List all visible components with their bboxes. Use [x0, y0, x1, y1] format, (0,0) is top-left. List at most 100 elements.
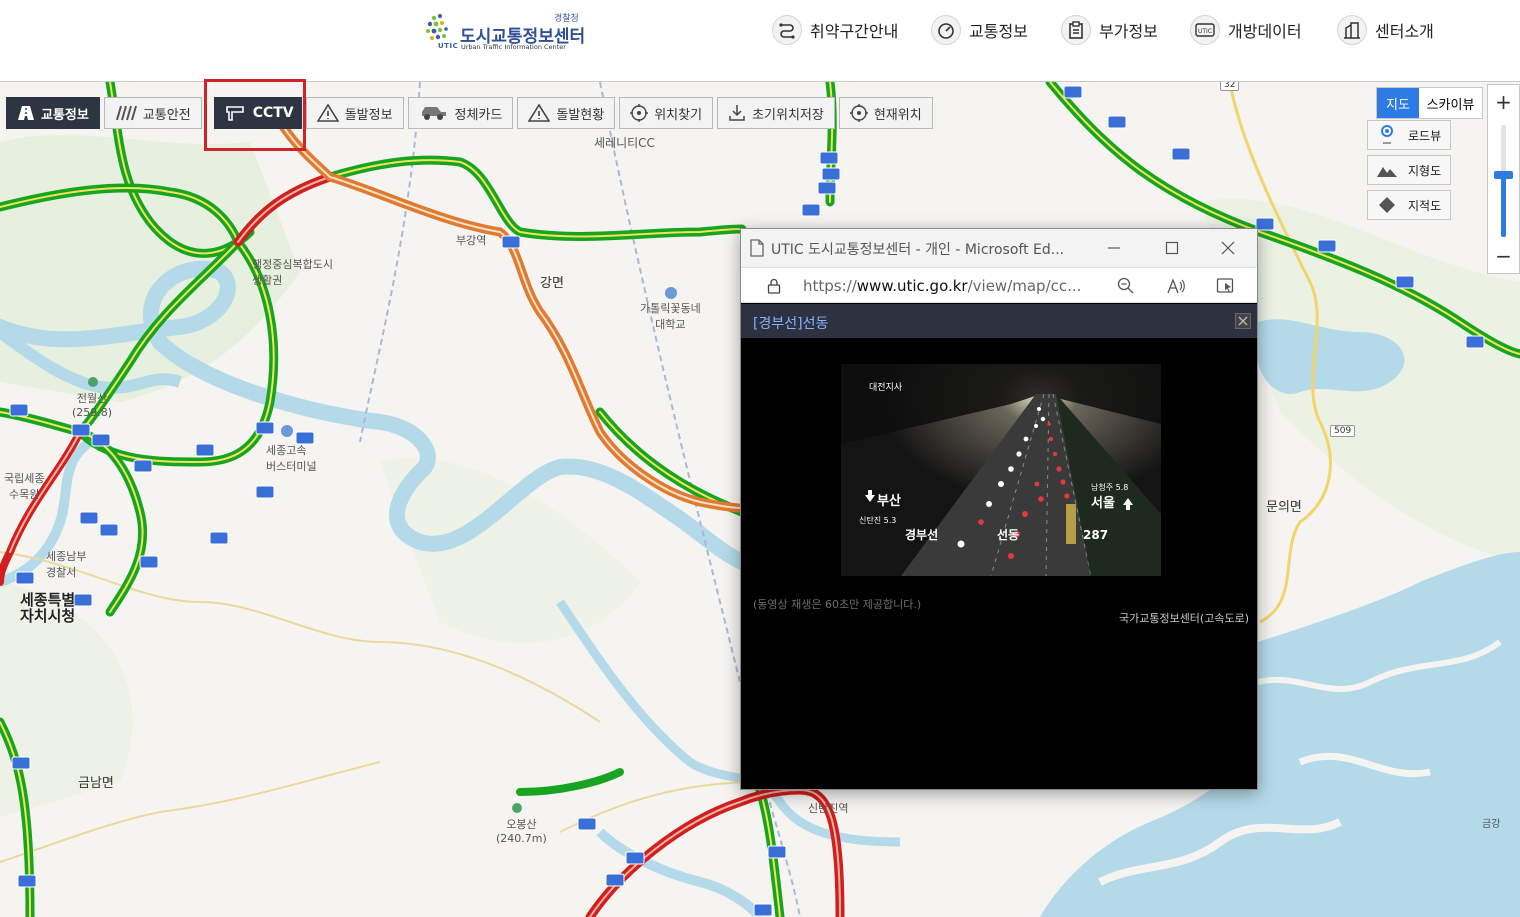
car-icon — [419, 104, 449, 122]
logo-subtitle: Urban Traffic Information Center — [461, 43, 566, 51]
cctv-video-frame: 대전지사 부산 신탄진 5.3 남청주 5.8 서울 경부선 선동 287 — [841, 364, 1161, 576]
cadastral-icon — [1376, 196, 1398, 214]
zoom-in-button[interactable]: + — [1488, 87, 1519, 117]
traffic-safety-label: 교통안전 — [142, 107, 191, 123]
video-direction-right: 서울 — [1091, 495, 1115, 511]
mountain-icon — [1376, 163, 1398, 177]
video-km-marker: 287 — [1083, 528, 1108, 542]
nav-label: 교통정보 — [969, 22, 1028, 41]
cadastral-button[interactable]: 지적도 — [1367, 190, 1451, 220]
congestion-card-label: 정체카드 — [454, 107, 503, 123]
minimize-icon — [1108, 247, 1120, 249]
close-icon — [1238, 316, 1248, 326]
map-label-gangmyeon: 강면 — [540, 276, 564, 291]
minimize-button[interactable] — [1091, 233, 1137, 263]
logo-mark: UTIC — [438, 42, 459, 50]
traffic-info-button[interactable]: 교통정보 — [6, 97, 100, 129]
cctv-popup-window: UTIC 도시교통정보센터 - 개인 - Microsoft Ed... htt… — [740, 228, 1258, 790]
address-bar[interactable]: https://www.utic.go.kr/view/map/cc... — [741, 267, 1257, 303]
cctv-label: CCTV — [252, 105, 294, 121]
nav-label: 개방데이터 — [1228, 22, 1302, 41]
nav-open-data[interactable]: UTIC 개방데이터 — [1190, 12, 1302, 48]
cadastral-label: 지적도 — [1408, 198, 1442, 213]
cctv-button[interactable]: CCTV — [213, 97, 302, 129]
map-toolbar: 교통정보 교통안전 CCTV 돌발정보 정체카드 돌발현황 위치찾기 초기위치저… — [6, 97, 937, 129]
terrain-button[interactable]: 지형도 — [1367, 155, 1451, 185]
congestion-card-button[interactable]: 정체카드 — [407, 97, 514, 129]
video-left-sub: 신탄진 5.3 — [859, 515, 896, 525]
url-prefix: https:// — [803, 277, 857, 295]
maximize-button[interactable] — [1149, 233, 1195, 263]
nav-label: 취약구간안내 — [810, 22, 899, 41]
playback-notice: (동영상 재생은 60초만 제공합니다.) — [753, 598, 922, 611]
cctv-video[interactable]: 대전지사 부산 신탄진 5.3 남청주 5.8 서울 경부선 선동 287 — [841, 364, 1161, 576]
roadview-label: 로드뷰 — [1408, 128, 1442, 143]
window-titlebar[interactable]: UTIC 도시교통정보센터 - 개인 - Microsoft Ed... — [741, 229, 1257, 267]
nav-traffic-info[interactable]: 교통정보 — [931, 12, 1028, 48]
map-label-gukrip-sejong: 국립세종 수목원 — [4, 472, 45, 501]
app-available-icon[interactable] — [1215, 276, 1237, 296]
map-label-serenity-cc: 세레니티CC — [594, 136, 655, 150]
nav-label: 센터소개 — [1375, 22, 1434, 41]
target-icon — [630, 104, 649, 122]
warning-icon — [528, 104, 551, 122]
nav-extra-info[interactable]: 부가정보 — [1061, 12, 1158, 48]
incident-info-label: 돌발정보 — [344, 107, 393, 123]
close-icon — [1221, 241, 1235, 255]
zoom-out-button[interactable]: − — [1488, 241, 1519, 271]
zoom-slider-handle[interactable] — [1494, 171, 1513, 179]
road-shield-32: 32 — [1220, 82, 1240, 91]
route-icon — [772, 15, 802, 45]
save-initial-location-button[interactable]: 초기위치저장 — [717, 97, 835, 129]
url-domain: www.utic.go.kr — [856, 277, 968, 295]
incident-status-button[interactable]: 돌발현황 — [517, 97, 616, 129]
cctv-close-button[interactable] — [1235, 313, 1251, 329]
video-overlay-top: 대전지사 — [869, 382, 903, 393]
map-label-sejong-south-police: 세종남부 경찰서 — [46, 550, 87, 579]
map-label-sintanjin: 신탄진역 — [808, 802, 849, 815]
map-type-map-button[interactable]: 지도 — [1377, 88, 1419, 118]
roadview-button[interactable]: 로드뷰 — [1367, 120, 1451, 150]
map-label-obongsan: 오봉산 (240.7m) — [496, 818, 547, 845]
site-header: UTIC 경찰청 도시교통정보센터 Urban Traffic Informat… — [0, 0, 1520, 82]
map-label-sejong-terminal: 세종고속 버스터미널 — [266, 444, 317, 473]
traffic-safety-button[interactable]: 교통안전 — [103, 97, 202, 129]
map-type-skyview-button[interactable]: 스카이뷰 — [1419, 88, 1482, 118]
url-text[interactable]: https://www.utic.go.kr/view/map/cc... — [803, 277, 1081, 295]
read-aloud-icon[interactable] — [1165, 276, 1187, 296]
warning-icon — [316, 104, 339, 122]
site-logo[interactable]: UTIC 경찰청 도시교통정보센터 Urban Traffic Informat… — [424, 10, 594, 54]
find-location-label: 위치찾기 — [654, 107, 703, 123]
map-label-geumgang: 금강 — [1482, 819, 1501, 830]
find-location-button[interactable]: 위치찾기 — [619, 97, 714, 129]
cctv-title-bar: [경부선]선동 — [741, 304, 1257, 338]
zoom-control: + − — [1487, 84, 1520, 274]
nav-center-intro[interactable]: 센터소개 — [1337, 12, 1434, 48]
download-icon — [728, 104, 746, 122]
close-window-button[interactable] — [1205, 233, 1251, 263]
zoom-slider-fill — [1501, 177, 1506, 237]
svg-text:UTIC: UTIC — [1198, 28, 1212, 35]
clipboard-icon — [1061, 15, 1091, 45]
map-label-catholic-univ: 가톨릭꽃동네 대학교 — [640, 302, 701, 331]
map-type-switch: 지도 스카이뷰 — [1376, 87, 1483, 119]
cctv-title: [경부선]선동 — [753, 316, 829, 332]
nav-route-guide[interactable]: 취약구간안내 — [772, 12, 898, 48]
lock-icon[interactable] — [763, 276, 785, 296]
incident-info-button[interactable]: 돌발정보 — [305, 97, 404, 129]
video-place-name: 선동 — [997, 527, 1019, 542]
road-shield-509: 509 — [1330, 425, 1356, 437]
video-direction-left: 부산 — [877, 493, 901, 509]
maximize-icon — [1165, 241, 1179, 255]
url-path: /view/map/cc... — [967, 277, 1082, 295]
cctv-body: 대전지사 부산 신탄진 5.3 남청주 5.8 서울 경부선 선동 287 (동… — [741, 338, 1257, 789]
nav-label: 부가정보 — [1099, 22, 1158, 41]
map-label-geumnam: 금남면 — [78, 776, 114, 791]
video-source: 국가교통정보센터(고속도로) — [1118, 612, 1249, 625]
zoom-out-page-icon[interactable] — [1115, 276, 1137, 296]
traffic-info-label: 교통정보 — [41, 107, 89, 123]
road-icon — [17, 105, 35, 121]
speedometer-icon — [931, 15, 961, 45]
current-location-button[interactable]: 현재위치 — [838, 97, 933, 129]
terrain-label: 지형도 — [1408, 163, 1442, 178]
